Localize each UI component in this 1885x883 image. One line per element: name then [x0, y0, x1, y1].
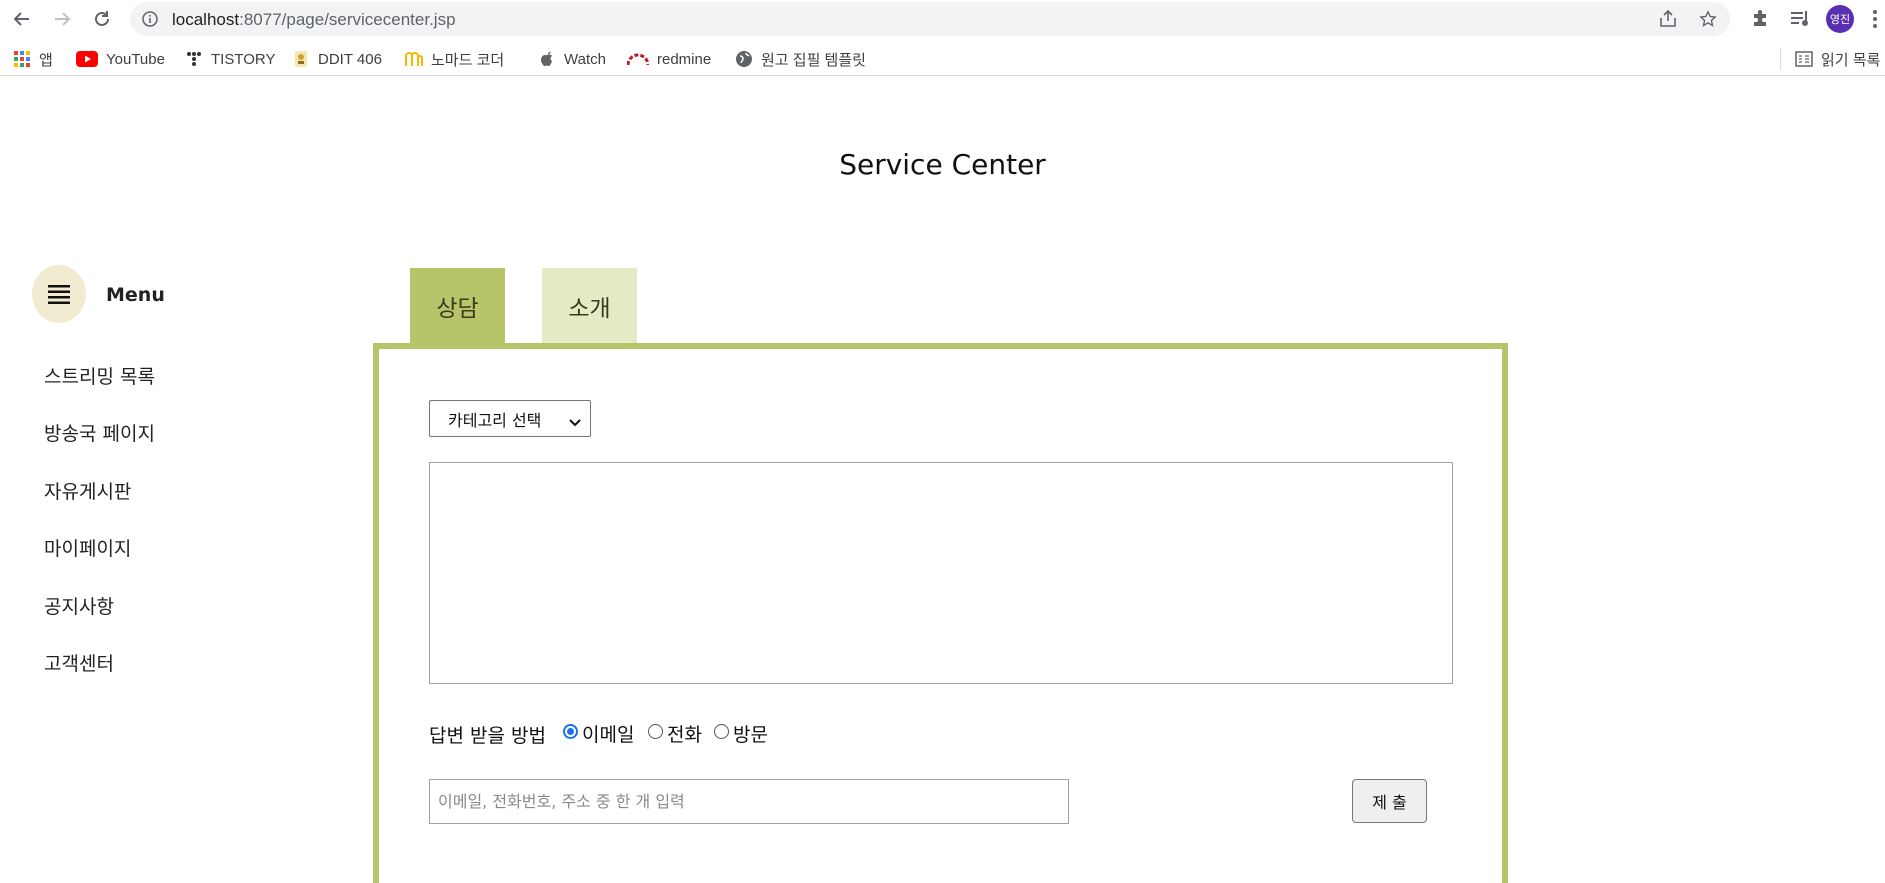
bookmark-label: Watch [564, 50, 606, 68]
reading-list-icon [1795, 50, 1813, 68]
bookmark-label: DDIT 406 [318, 50, 382, 68]
tistory-icon [185, 50, 203, 68]
more-menu-icon[interactable] [1872, 8, 1878, 34]
profile-avatar[interactable]: 영진 [1826, 5, 1854, 33]
sidebar-item-my-page[interactable]: 마이페이지 [44, 534, 131, 561]
bookmark-separator [1780, 48, 1781, 70]
bookmark-label: TISTORY [211, 50, 276, 68]
sidebar-item-free-board[interactable]: 자유게시판 [44, 477, 131, 504]
media-control-icon[interactable] [1790, 8, 1812, 32]
bookmark-redmine[interactable]: redmine [627, 48, 711, 70]
reading-list-label: 읽기 목록 [1821, 51, 1881, 69]
redmine-icon [627, 50, 649, 68]
page-title: Service Center [839, 148, 1046, 181]
contact-input[interactable] [429, 779, 1069, 824]
browser-toolbar: localhost:8077/page/servicecenter.jsp 영진 [0, 0, 1885, 38]
bookmark-ddit[interactable]: DDIT 406 [292, 48, 382, 70]
bookmark-nomad[interactable]: 노마드 코더 [405, 48, 504, 70]
bookmarks-bar: 앱 YouTube TISTORY DDIT 406 노마드 코더 Watch [0, 42, 1885, 76]
sidebar-item-station-page[interactable]: 방송국 페이지 [44, 419, 155, 446]
share-icon[interactable] [1658, 9, 1678, 32]
globe-icon [735, 50, 753, 68]
forward-button[interactable] [48, 5, 76, 33]
bookmark-watch[interactable]: Watch [538, 48, 606, 70]
reply-phone-label[interactable]: 전화 [667, 720, 702, 747]
bookmark-label: 원고 집필 템플릿 [761, 51, 866, 69]
chevron-down-icon [568, 413, 582, 432]
address-bar[interactable]: localhost:8077/page/servicecenter.jsp [130, 2, 1730, 36]
reload-button[interactable] [88, 5, 116, 33]
sidebar-item-streaming-list[interactable]: 스트리밍 목록 [44, 362, 155, 389]
submit-button[interactable]: 제 출 [1352, 779, 1427, 823]
hamburger-icon [48, 285, 70, 304]
tab-consultation[interactable]: 상담 [410, 268, 505, 344]
youtube-icon [76, 50, 98, 68]
inquiry-textarea[interactable] [429, 462, 1453, 684]
category-select-value: 카테고리 선택 [448, 410, 542, 430]
bookmark-tistory[interactable]: TISTORY [185, 48, 275, 70]
bookmark-label: YouTube [106, 50, 165, 68]
reply-method-label: 답변 받을 방법 [429, 725, 546, 747]
sidebar-item-customer-center[interactable]: 고객센터 [44, 649, 114, 676]
menu-toggle-button[interactable] [32, 265, 86, 323]
bookmark-template[interactable]: 원고 집필 템플릿 [735, 48, 866, 70]
back-button[interactable] [8, 5, 36, 33]
tab-introduction[interactable]: 소개 [542, 268, 637, 344]
reply-visit-label[interactable]: 방문 [733, 720, 768, 747]
site-info-icon[interactable] [142, 11, 158, 31]
reply-phone-radio[interactable] [648, 724, 663, 739]
category-select[interactable]: 카테고리 선택 [429, 400, 591, 437]
bookmark-label: redmine [657, 50, 712, 68]
extensions-icon[interactable] [1750, 8, 1770, 32]
apple-icon [538, 50, 556, 68]
bookmark-label: 앱 [39, 51, 53, 69]
reload-icon [95, 11, 109, 26]
apps-grid-icon [13, 50, 31, 68]
url-text: localhost:8077/page/servicecenter.jsp [172, 10, 456, 30]
url-path: :8077/page/servicecenter.jsp [239, 10, 456, 29]
bookmark-label: 노마드 코더 [431, 51, 505, 69]
reading-list-button[interactable]: 읽기 목록 [1795, 48, 1880, 70]
menu-label: Menu [106, 284, 165, 306]
arrow-left-icon [13, 12, 29, 26]
reply-email-radio[interactable] [563, 724, 578, 739]
arrow-right-icon [55, 12, 71, 26]
reply-visit-radio[interactable] [714, 724, 729, 739]
bookmark-apps[interactable]: 앱 [13, 48, 53, 70]
url-host: localhost [172, 10, 240, 29]
ddit-icon [292, 50, 310, 68]
star-icon[interactable] [1698, 10, 1718, 32]
bookmark-youtube[interactable]: YouTube [76, 48, 165, 70]
nomad-coder-icon [405, 50, 423, 68]
sidebar-item-notice[interactable]: 공지사항 [44, 592, 114, 619]
reply-email-label[interactable]: 이메일 [582, 720, 634, 747]
